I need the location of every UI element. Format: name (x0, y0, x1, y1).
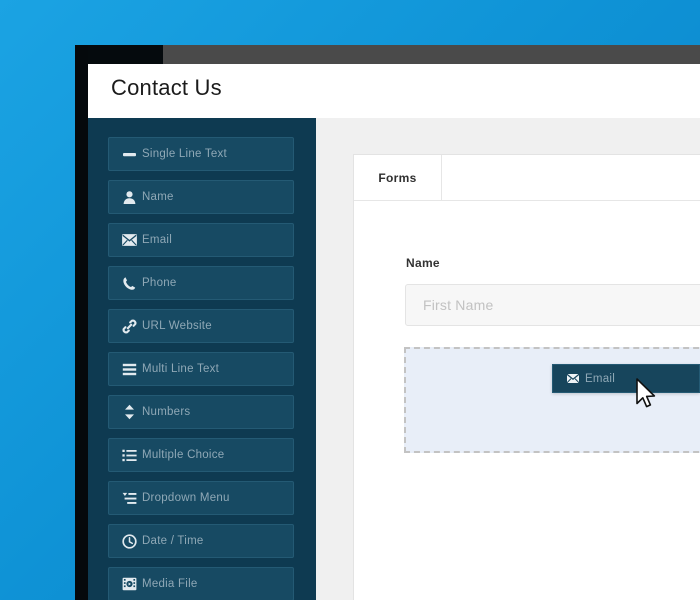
palette-item-multiple-choice[interactable]: Multiple Choice (108, 438, 294, 472)
card-tabbar: Forms (354, 155, 700, 201)
screenshot-stage: Contact Us Single Line Text Name Email Phon… (0, 0, 700, 600)
phone-icon (116, 276, 142, 291)
palette-item-label: Date / Time (142, 535, 204, 547)
palette-item-url-website[interactable]: URL Website (108, 309, 294, 343)
person-icon (116, 190, 142, 205)
dropdown-icon (116, 492, 142, 505)
form-dropzone[interactable] (404, 347, 700, 453)
field-label-name: Name (406, 256, 440, 270)
dragged-field-chip-email[interactable]: Email (552, 364, 700, 393)
palette-item-multi-line-text[interactable]: Multi Line Text (108, 352, 294, 386)
palette-item-date-time[interactable]: Date / Time (108, 524, 294, 558)
palette-item-single-line-text[interactable]: Single Line Text (108, 137, 294, 171)
envelope-icon (561, 373, 585, 384)
palette-item-label: Media File (142, 578, 198, 590)
dash-icon (116, 147, 142, 162)
lines-icon (116, 363, 142, 376)
palette-item-label: URL Website (142, 320, 212, 332)
browser-window-left-edge (75, 45, 88, 600)
app-header: Contact Us (88, 64, 700, 118)
palette-item-label: Numbers (142, 406, 191, 418)
palette-item-name[interactable]: Name (108, 180, 294, 214)
browser-active-tab[interactable] (75, 45, 163, 64)
palette-item-label: Multi Line Text (142, 363, 220, 375)
envelope-icon (116, 234, 142, 246)
updown-arrows-icon (116, 404, 142, 420)
palette-item-label: Single Line Text (142, 148, 227, 160)
media-file-icon (116, 577, 142, 591)
first-name-input[interactable]: First Name (405, 284, 700, 326)
clock-icon (116, 533, 142, 549)
browser-tabstrip[interactable] (75, 45, 700, 64)
app-shell: Contact Us Single Line Text Name Email Phon… (88, 64, 700, 600)
palette-item-email[interactable]: Email (108, 223, 294, 257)
palette-item-media-file[interactable]: Media File (108, 567, 294, 600)
form-builder-canvas: Name First Name (354, 201, 700, 600)
link-icon (116, 319, 142, 334)
palette-item-label: Name (142, 191, 174, 203)
palette-item-phone[interactable]: Phone (108, 266, 294, 300)
palette-item-label: Multiple Choice (142, 449, 225, 461)
tab-forms[interactable]: Forms (354, 155, 442, 200)
palette-item-dropdown-menu[interactable]: Dropdown Menu (108, 481, 294, 515)
palette-item-numbers[interactable]: Numbers (108, 395, 294, 429)
field-palette-sidebar: Single Line Text Name Email Phone URL Websit… (88, 118, 316, 600)
palette-item-label: Phone (142, 277, 177, 289)
page-title: Contact Us (111, 75, 222, 100)
palette-item-label: Email (142, 234, 173, 246)
bullet-list-icon (116, 449, 142, 462)
dragged-chip-label: Email (585, 372, 616, 385)
tabbar-empty-area (442, 155, 700, 200)
palette-item-label: Dropdown Menu (142, 492, 230, 504)
